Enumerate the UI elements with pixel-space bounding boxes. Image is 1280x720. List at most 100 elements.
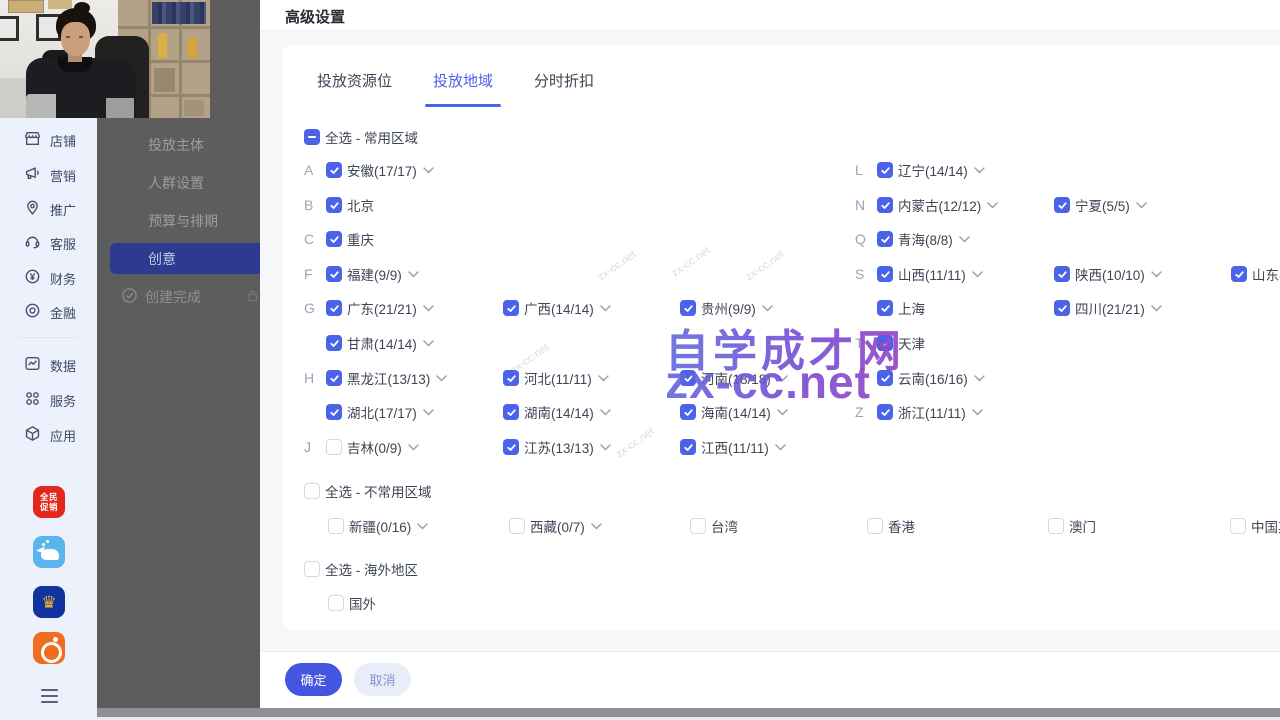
checkbox-checked[interactable] — [877, 335, 893, 351]
chevron-down-icon[interactable] — [600, 409, 611, 416]
sidebar-item-1[interactable]: 店铺 — [24, 130, 76, 150]
sidebar-item-6[interactable]: 金融 — [24, 302, 76, 322]
confirm-button[interactable]: 确定 — [285, 663, 342, 696]
region-item[interactable]: 山西(11/11) — [877, 264, 983, 284]
checkbox-unchecked[interactable] — [328, 595, 344, 611]
region-item[interactable]: 黑龙江(13/13) — [326, 368, 447, 388]
shang-app-icon[interactable] — [33, 632, 65, 664]
tab-time-discount[interactable]: 分时折扣 — [532, 70, 596, 107]
step-item-active[interactable]: 创意 — [110, 243, 260, 274]
select-all-overseas-row[interactable]: 全选 - 海外地区 — [304, 559, 418, 579]
region-item[interactable]: 广西(14/14) — [503, 298, 611, 318]
chevron-down-icon[interactable] — [600, 305, 611, 312]
chevron-down-icon[interactable] — [777, 375, 788, 382]
region-item[interactable]: 国外 — [328, 593, 376, 613]
region-item[interactable]: 上海 — [877, 298, 925, 318]
checkbox-unchecked[interactable] — [690, 518, 706, 534]
checkbox-checked[interactable] — [326, 300, 342, 316]
step-item[interactable]: 投放主体 — [148, 135, 204, 153]
checkbox-unchecked[interactable] — [1230, 518, 1246, 534]
checkbox-indeterminate[interactable] — [304, 129, 320, 145]
checkbox-checked[interactable] — [680, 404, 696, 420]
sidebar-item-4[interactable]: 客服 — [24, 233, 76, 253]
checkbox-checked[interactable] — [1054, 197, 1070, 213]
region-item[interactable]: 青海(8/8) — [877, 229, 970, 249]
checkbox-checked[interactable] — [1231, 266, 1247, 282]
checkbox-checked[interactable] — [877, 231, 893, 247]
chevron-down-icon[interactable] — [777, 409, 788, 416]
region-item[interactable]: 澳门 — [1048, 516, 1096, 536]
region-item[interactable]: 香港 — [867, 516, 915, 536]
select-all-uncommon-row[interactable]: 全选 - 不常用区域 — [304, 481, 432, 501]
region-item[interactable]: 西藏(0/7) — [509, 516, 602, 536]
chevron-down-icon[interactable] — [974, 167, 985, 174]
checkbox-unchecked[interactable] — [304, 561, 320, 577]
region-item[interactable]: 湖南(14/14) — [503, 402, 611, 422]
region-item[interactable]: 山东(1 — [1231, 264, 1280, 284]
region-item[interactable]: 海南(14/14) — [680, 402, 788, 422]
region-item[interactable]: 陕西(10/10) — [1054, 264, 1162, 284]
step-item[interactable]: 预算与排期 — [148, 211, 218, 229]
step-item[interactable]: 人群设置 — [148, 173, 204, 191]
checkbox-checked[interactable] — [877, 162, 893, 178]
checkbox-unchecked[interactable] — [509, 518, 525, 534]
region-item[interactable]: 四川(21/21) — [1054, 298, 1162, 318]
region-item[interactable]: 天津 — [877, 333, 925, 353]
checkbox-checked[interactable] — [503, 404, 519, 420]
hamburger-menu-icon[interactable] — [41, 689, 58, 703]
whale-app-icon[interactable] — [33, 536, 65, 568]
select-all-common-row[interactable]: 全选 - 常用区域 — [304, 127, 418, 147]
region-item[interactable]: 重庆 — [326, 229, 374, 249]
region-item[interactable]: 河北(11/11) — [503, 368, 609, 388]
promo-app-icon[interactable]: 全民促销 — [33, 486, 65, 518]
chevron-down-icon[interactable] — [775, 444, 786, 451]
region-item[interactable]: 江苏(13/13) — [503, 437, 611, 457]
checkbox-checked[interactable] — [877, 300, 893, 316]
chevron-down-icon[interactable] — [408, 271, 419, 278]
chevron-down-icon[interactable] — [598, 375, 609, 382]
chevron-down-icon[interactable] — [423, 409, 434, 416]
region-item[interactable]: 甘肃(14/14) — [326, 333, 434, 353]
checkbox-checked[interactable] — [877, 370, 893, 386]
chevron-down-icon[interactable] — [600, 444, 611, 451]
horizontal-scrollbar[interactable] — [97, 708, 1280, 717]
region-item[interactable]: 浙江(11/11) — [877, 402, 983, 422]
checkbox-checked[interactable] — [877, 404, 893, 420]
sidebar-item-8[interactable]: 服务 — [24, 390, 76, 410]
region-item[interactable]: 吉林(0/9) — [326, 437, 419, 457]
region-item[interactable]: 江西(11/11) — [680, 437, 786, 457]
tab-placements[interactable]: 投放资源位 — [315, 70, 394, 107]
checkbox-unchecked[interactable] — [326, 439, 342, 455]
checkbox-checked[interactable] — [326, 231, 342, 247]
checkbox-checked[interactable] — [326, 370, 342, 386]
chevron-down-icon[interactable] — [987, 202, 998, 209]
chevron-down-icon[interactable] — [423, 340, 434, 347]
region-item[interactable]: 新疆(0/16) — [328, 516, 428, 536]
region-item[interactable]: 安徽(17/17) — [326, 160, 434, 180]
sidebar-item-3[interactable]: 推广 — [24, 199, 76, 219]
chevron-down-icon[interactable] — [974, 375, 985, 382]
checkbox-checked[interactable] — [326, 197, 342, 213]
region-item[interactable]: 台湾 — [690, 516, 738, 536]
region-item[interactable]: 福建(9/9) — [326, 264, 419, 284]
chevron-down-icon[interactable] — [1151, 271, 1162, 278]
tab-regions[interactable]: 投放地域 — [431, 70, 495, 107]
chevron-down-icon[interactable] — [972, 409, 983, 416]
checkbox-checked[interactable] — [1054, 266, 1070, 282]
sidebar-item-2[interactable]: 营销 — [24, 165, 76, 185]
checkbox-unchecked[interactable] — [1048, 518, 1064, 534]
checkbox-checked[interactable] — [680, 370, 696, 386]
checkbox-unchecked[interactable] — [867, 518, 883, 534]
chevron-down-icon[interactable] — [591, 523, 602, 530]
checkbox-checked[interactable] — [680, 439, 696, 455]
checkbox-checked[interactable] — [680, 300, 696, 316]
region-item[interactable]: 云南(16/16) — [877, 368, 985, 388]
checkbox-checked[interactable] — [877, 197, 893, 213]
crown-app-icon[interactable]: ♛ — [33, 586, 65, 618]
region-item[interactable]: 北京 — [326, 195, 374, 215]
region-item[interactable]: 内蒙古(12/12) — [877, 195, 998, 215]
sidebar-item-5[interactable]: 财务 — [24, 268, 76, 288]
chevron-down-icon[interactable] — [1136, 202, 1147, 209]
chevron-down-icon[interactable] — [762, 305, 773, 312]
cancel-button[interactable]: 取消 — [354, 663, 411, 696]
